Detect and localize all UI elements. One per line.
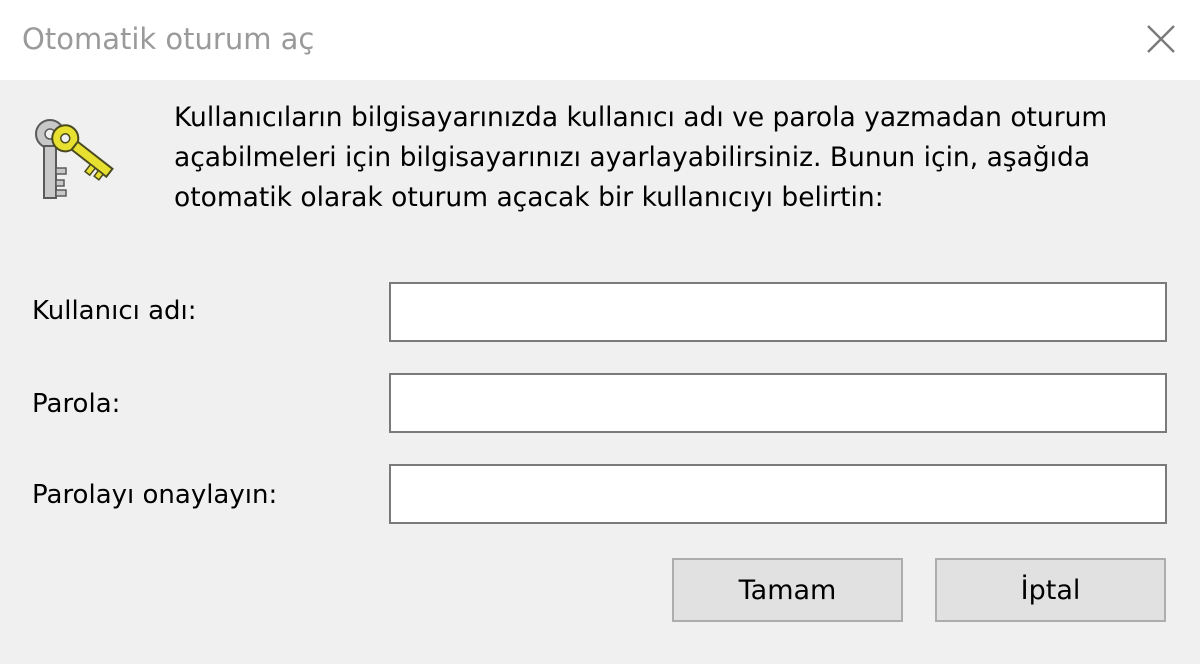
ok-button[interactable]: Tamam bbox=[672, 558, 903, 622]
username-input[interactable] bbox=[389, 282, 1167, 342]
close-icon bbox=[1147, 25, 1175, 53]
title-bar: Otomatik oturum aç bbox=[0, 0, 1200, 80]
cancel-button[interactable]: İptal bbox=[935, 558, 1166, 622]
keys-icon bbox=[35, 119, 114, 199]
window-title: Otomatik oturum aç bbox=[22, 22, 315, 56]
dialog-description: Kullanıcıların bilgisayarınızda kullanıc… bbox=[174, 102, 1108, 213]
username-label: Kullanıcı adı: bbox=[32, 296, 197, 326]
password-label: Parola: bbox=[32, 389, 121, 419]
auto-logon-dialog: Otomatik oturum aç Kullanıcıların bilgis… bbox=[0, 0, 1200, 664]
password-input[interactable] bbox=[389, 373, 1167, 433]
confirm-password-label: Parolayı onaylayın: bbox=[32, 480, 278, 510]
confirm-password-input[interactable] bbox=[389, 464, 1167, 524]
close-button[interactable] bbox=[1120, 0, 1200, 80]
